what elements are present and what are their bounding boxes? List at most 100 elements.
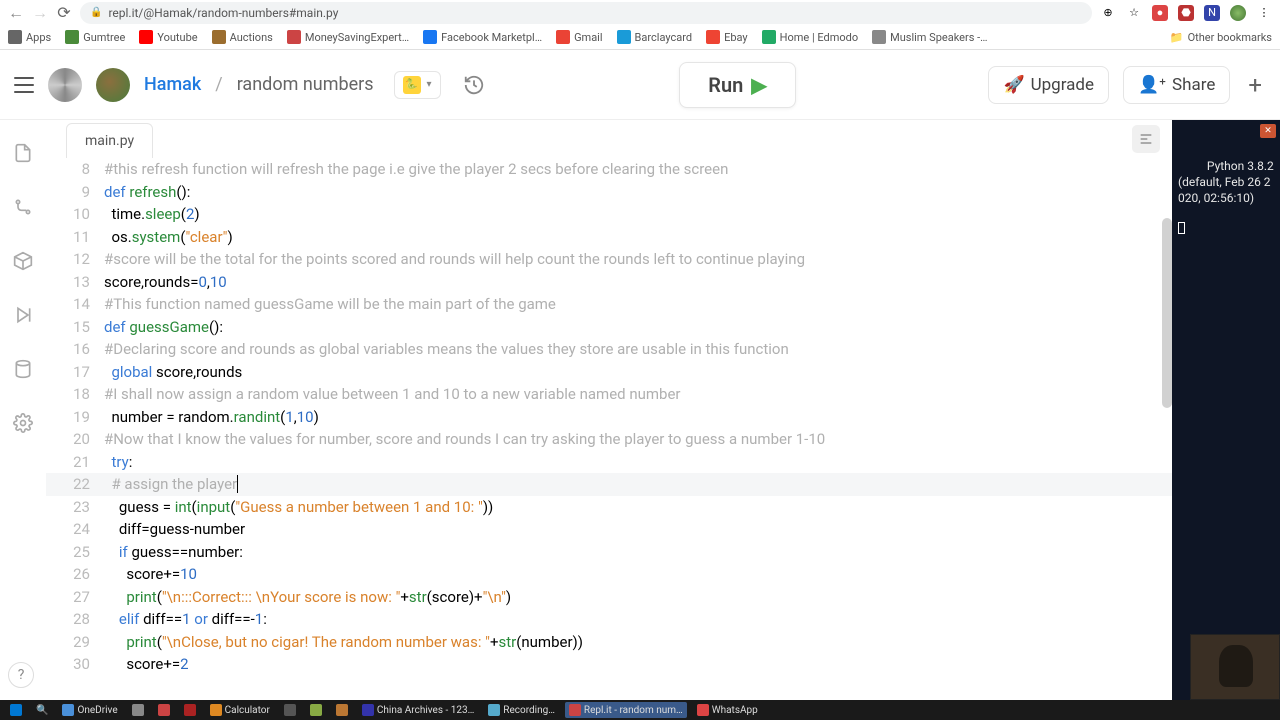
other-bookmarks[interactable]: 📁Other bookmarks xyxy=(1170,31,1272,44)
taskbar-item[interactable]: Repl.it - random num… xyxy=(565,702,687,718)
url-field[interactable]: 🔒 repl.it/@Hamak/random-numbers#main.py xyxy=(80,2,1092,24)
code-content: score+=10 xyxy=(104,563,1172,586)
code-line[interactable]: 24 diff=guess-number xyxy=(46,518,1172,541)
code-content: #score will be the total for the points … xyxy=(104,248,1172,271)
start-button[interactable] xyxy=(6,702,26,718)
project-name[interactable]: random numbers xyxy=(237,74,374,95)
bookmark-item[interactable]: Ebay xyxy=(706,30,748,44)
packages-icon[interactable] xyxy=(12,250,34,272)
bookmark-item[interactable]: Apps xyxy=(8,30,51,44)
code-line[interactable]: 27 print("\n:::Correct::: \nYour score i… xyxy=(46,586,1172,609)
reload-button[interactable]: ⟳ xyxy=(56,5,72,21)
back-button[interactable]: ← xyxy=(8,5,24,21)
code-line[interactable]: 10 time.sleep(2) xyxy=(46,203,1172,226)
bookmark-item[interactable]: Barclaycard xyxy=(617,30,693,44)
bookmark-item[interactable]: Gumtree xyxy=(65,30,125,44)
help-button[interactable]: ? xyxy=(8,662,34,688)
files-icon[interactable] xyxy=(12,142,34,164)
bookmark-favicon xyxy=(212,30,226,44)
code-line[interactable]: 21 try: xyxy=(46,451,1172,474)
share-button[interactable]: 👤⁺ Share xyxy=(1123,66,1230,104)
code-line[interactable]: 29 print("\nClose, but no cigar! The ran… xyxy=(46,631,1172,654)
code-line[interactable]: 12#score will be the total for the point… xyxy=(46,248,1172,271)
code-line[interactable]: 20#Now that I know the values for number… xyxy=(46,428,1172,451)
ext3-icon[interactable]: N xyxy=(1204,5,1220,21)
format-button[interactable] xyxy=(1132,125,1160,153)
bookmark-favicon xyxy=(423,30,437,44)
bookmark-item[interactable]: Auctions xyxy=(212,30,273,44)
menu-dots-icon[interactable]: ⋮ xyxy=(1256,5,1272,21)
forward-button[interactable]: → xyxy=(32,5,48,21)
database-icon[interactable] xyxy=(12,358,34,380)
taskbar-item[interactable] xyxy=(332,702,352,718)
replit-logo[interactable] xyxy=(48,68,82,102)
address-bar: ← → ⟳ 🔒 repl.it/@Hamak/random-numbers#ma… xyxy=(0,0,1280,25)
taskbar-item[interactable]: Calculator xyxy=(206,702,274,718)
console-pane[interactable]: ✕ Python 3.8.2 (default, Feb 26 2020, 02… xyxy=(1172,120,1280,700)
history-button[interactable] xyxy=(461,72,487,98)
code-line[interactable]: 8#this refresh function will refresh the… xyxy=(46,158,1172,181)
version-control-icon[interactable] xyxy=(12,196,34,218)
line-number: 13 xyxy=(46,271,104,294)
ext1-icon[interactable]: ● xyxy=(1152,5,1168,21)
taskbar-item[interactable] xyxy=(280,702,300,718)
code-line[interactable]: 11 os.system("clear") xyxy=(46,226,1172,249)
taskbar-app-icon xyxy=(488,704,500,716)
taskbar-item[interactable] xyxy=(128,702,148,718)
bookmark-item[interactable]: Home | Edmodo xyxy=(762,30,859,44)
file-tab[interactable]: main.py xyxy=(66,123,153,158)
taskbar-item[interactable] xyxy=(180,702,200,718)
code-editor[interactable]: 8#this refresh function will refresh the… xyxy=(46,158,1172,700)
bookmark-item[interactable]: MoneySavingExpert… xyxy=(287,30,409,44)
debugger-icon[interactable] xyxy=(12,304,34,326)
upgrade-button[interactable]: 🚀 Upgrade xyxy=(988,66,1109,104)
side-rail xyxy=(0,120,46,700)
settings-icon[interactable] xyxy=(12,412,34,434)
language-selector[interactable]: 🐍 ▾ xyxy=(394,71,441,99)
bookmark-item[interactable]: Gmail xyxy=(556,30,602,44)
code-line[interactable]: 15def guessGame(): xyxy=(46,316,1172,339)
add-button[interactable]: + xyxy=(1244,71,1266,99)
taskbar-app-icon xyxy=(284,704,296,716)
code-line[interactable]: 23 guess = int(input("Guess a number bet… xyxy=(46,496,1172,519)
hamburger-menu[interactable] xyxy=(14,77,34,93)
user-avatar[interactable] xyxy=(96,68,130,102)
code-line[interactable]: 17 global score,rounds xyxy=(46,361,1172,384)
username-link[interactable]: Hamak xyxy=(144,74,201,95)
code-line[interactable]: 22 # assign the player xyxy=(46,473,1172,496)
bookmark-label: Youtube xyxy=(157,31,197,44)
code-line[interactable]: 16#Declaring score and rounds as global … xyxy=(46,338,1172,361)
run-button[interactable]: Run ▶ xyxy=(679,62,795,108)
taskbar-item[interactable]: WhatsApp xyxy=(693,702,762,718)
line-number: 26 xyxy=(46,563,104,586)
code-line[interactable]: 14#This function named guessGame will be… xyxy=(46,293,1172,316)
taskbar-item[interactable]: Recording… xyxy=(484,702,559,718)
code-line[interactable]: 18#I shall now assign a random value bet… xyxy=(46,383,1172,406)
scrollbar-thumb[interactable] xyxy=(1162,218,1172,408)
taskbar-app-icon xyxy=(184,704,196,716)
line-number: 24 xyxy=(46,518,104,541)
line-number: 21 xyxy=(46,451,104,474)
search-button[interactable]: 🔍 xyxy=(32,702,52,718)
taskbar-item[interactable]: OneDrive xyxy=(58,702,121,718)
taskbar-app-icon xyxy=(569,704,581,716)
app-header: Hamak / random numbers 🐍 ▾ Run ▶ 🚀 Upgra… xyxy=(0,50,1280,120)
bookmark-item[interactable]: Facebook Marketpl… xyxy=(423,30,542,44)
bookmark-item[interactable]: Muslim Speakers -… xyxy=(872,30,987,44)
star-icon[interactable]: ☆ xyxy=(1126,5,1142,21)
code-line[interactable]: 9def refresh(): xyxy=(46,181,1172,204)
code-line[interactable]: 25 if guess==number: xyxy=(46,541,1172,564)
bookmark-item[interactable]: Youtube xyxy=(139,30,197,44)
taskbar-item[interactable] xyxy=(306,702,326,718)
code-line[interactable]: 13score,rounds=0,10 xyxy=(46,271,1172,294)
taskbar-item[interactable] xyxy=(154,702,174,718)
code-line[interactable]: 28 elif diff==1 or diff==-1: xyxy=(46,608,1172,631)
taskbar-item[interactable]: China Archives - 123… xyxy=(358,702,478,718)
console-close-icon[interactable]: ✕ xyxy=(1260,124,1276,138)
ext2-icon[interactable]: ⬣ xyxy=(1178,5,1194,21)
code-line[interactable]: 19 number = random.randint(1,10) xyxy=(46,406,1172,429)
code-line[interactable]: 26 score+=10 xyxy=(46,563,1172,586)
zoom-icon[interactable]: ⊕ xyxy=(1100,5,1116,21)
profile-avatar-icon[interactable] xyxy=(1230,5,1246,21)
code-line[interactable]: 30 score+=2 xyxy=(46,653,1172,676)
